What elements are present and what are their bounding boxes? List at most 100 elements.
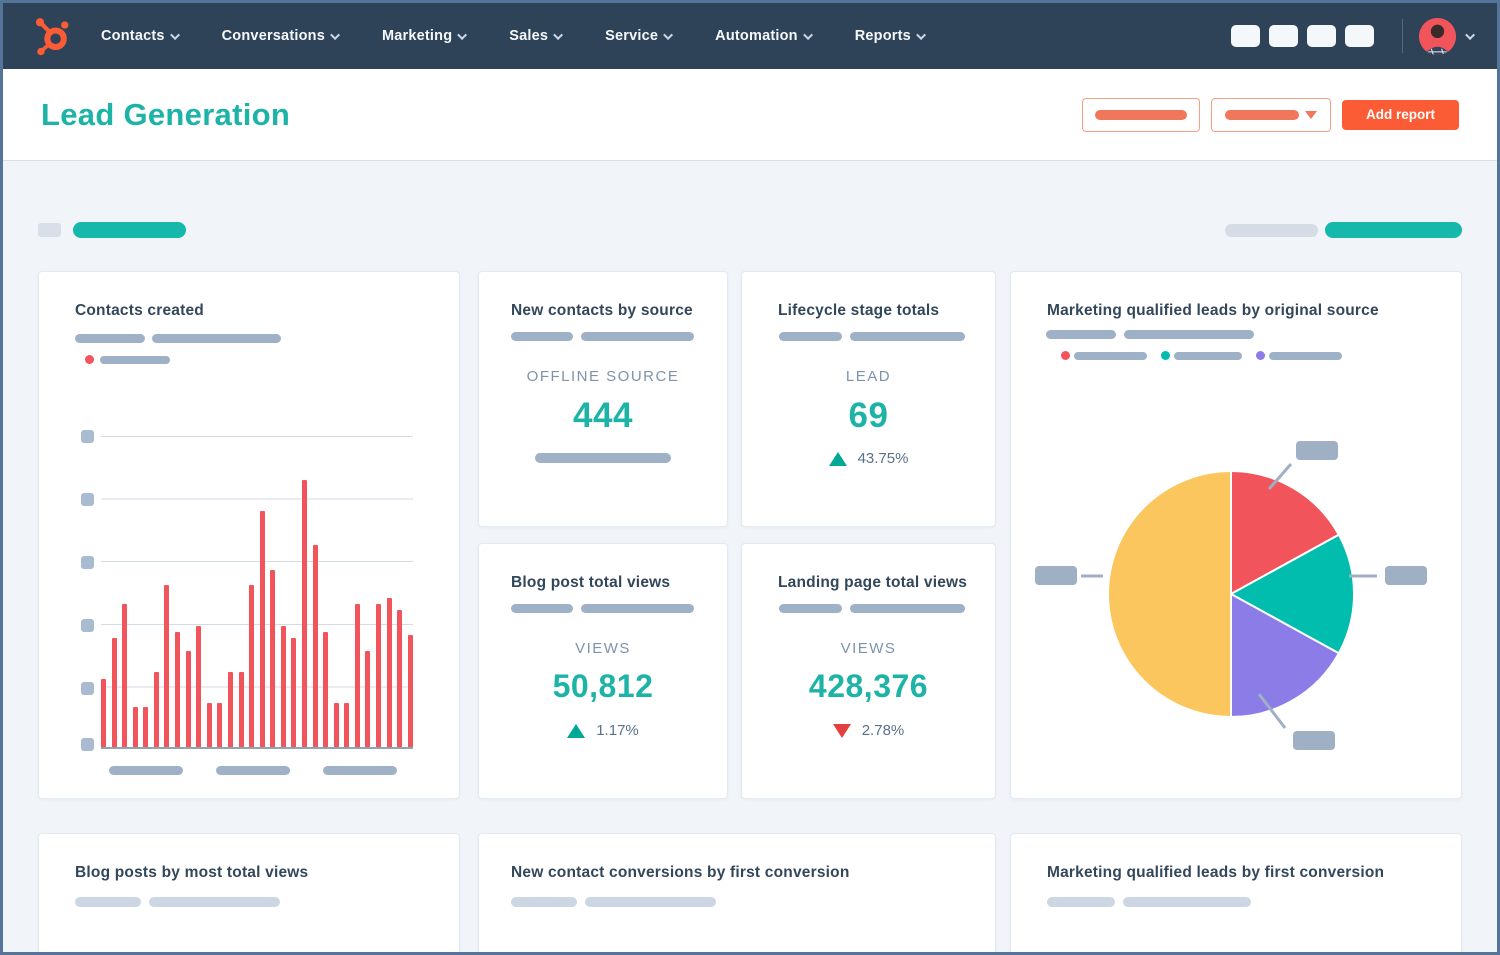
metric-delta: 2.78% <box>742 722 995 739</box>
subtitle-placeholder <box>75 897 141 907</box>
chevron-down-icon <box>553 29 564 40</box>
app-window: Contacts Conversations Marketing Sales S… <box>0 0 1500 955</box>
report-title: New contacts by source <box>511 302 693 319</box>
report-title: Contacts created <box>75 302 204 319</box>
nav-item-reports[interactable]: Reports <box>855 28 926 44</box>
date-filter-placeholder[interactable] <box>73 222 186 238</box>
subtitle-placeholder <box>511 332 573 341</box>
x-tick-placeholder <box>216 766 290 775</box>
delta-value: 2.78% <box>861 722 905 739</box>
nav-item-sales[interactable]: Sales <box>509 28 564 44</box>
subtitle-placeholder <box>581 332 694 341</box>
pie-slice <box>1107 470 1232 718</box>
y-tick-placeholder <box>81 430 94 443</box>
metric-delta: 43.75% <box>742 450 995 467</box>
chevron-down-icon <box>916 29 926 40</box>
legend-swatch <box>1256 351 1265 360</box>
bar <box>291 638 297 747</box>
top-navigation: Contacts Conversations Marketing Sales S… <box>3 3 1497 69</box>
bar <box>301 479 307 747</box>
y-tick-placeholder <box>81 556 94 569</box>
nav-label: Conversations <box>221 28 325 44</box>
bar <box>333 703 339 747</box>
primary-nav: Contacts Conversations Marketing Sales S… <box>101 28 926 44</box>
bar <box>397 610 403 747</box>
nav-item-service[interactable]: Service <box>605 28 674 44</box>
subtitle-placeholder <box>511 604 573 613</box>
button-label-placeholder <box>1225 109 1299 120</box>
report-card-blog-post-total-views: Blog post total views VIEWS 50,812 1.17% <box>478 543 728 799</box>
hubspot-logo-icon[interactable] <box>29 14 73 58</box>
bar <box>153 672 159 747</box>
bar <box>206 703 212 747</box>
dashboard-filter-button[interactable] <box>1082 97 1200 132</box>
report-card-mql-by-original-source: Marketing qualified leads by original so… <box>1010 271 1462 799</box>
report-title: Lifecycle stage totals <box>778 302 940 319</box>
nav-label: Sales <box>509 28 549 44</box>
button-label-placeholder <box>1095 109 1187 120</box>
nav-item-contacts[interactable]: Contacts <box>101 28 180 44</box>
nav-label: Automation <box>715 28 798 44</box>
dashboard-actions-dropdown[interactable] <box>1211 97 1331 132</box>
bar <box>249 585 255 747</box>
bar <box>122 603 128 747</box>
add-report-button[interactable]: Add report <box>1342 99 1459 130</box>
toolbar-icon-placeholder[interactable] <box>1345 25 1374 47</box>
pie-slices <box>1107 470 1356 718</box>
subtitle-placeholder <box>511 897 577 907</box>
nav-utility-area <box>1222 17 1476 55</box>
chevron-down-icon[interactable] <box>1465 29 1476 40</box>
report-card-contacts-created: Contacts created <box>38 271 460 799</box>
subtitle-placeholder <box>581 604 694 613</box>
report-title: Blog post total views <box>511 574 671 591</box>
nav-label: Service <box>605 28 659 44</box>
legend-label-placeholder <box>1269 352 1342 360</box>
y-tick-placeholder <box>81 493 94 506</box>
bar <box>365 650 371 747</box>
subtitle-placeholder <box>779 604 842 613</box>
bar <box>143 706 149 747</box>
bar <box>227 672 233 747</box>
report-title: Landing page total views <box>778 574 968 591</box>
toolbar-icon-placeholder[interactable] <box>1269 25 1298 47</box>
page-header: Lead Generation Add report <box>3 69 1497 161</box>
y-tick-placeholder <box>81 682 94 695</box>
share-filter-placeholder[interactable] <box>1325 222 1462 238</box>
bar <box>270 569 276 747</box>
x-tick-placeholder <box>109 766 183 775</box>
bar <box>280 625 286 747</box>
subtitle-placeholder <box>152 334 281 343</box>
nav-item-conversations[interactable]: Conversations <box>221 28 341 44</box>
toolbar-icon-placeholder[interactable] <box>1231 25 1260 47</box>
nav-label: Marketing <box>381 28 453 44</box>
chevron-down-icon <box>663 29 674 40</box>
chevron-down-icon <box>457 29 468 40</box>
metric-footer-placeholder <box>535 453 671 463</box>
subtitle-placeholder <box>75 334 145 343</box>
legend-label-placeholder <box>1074 352 1147 360</box>
subtitle-placeholder <box>1123 897 1251 907</box>
divider <box>1402 19 1403 53</box>
nav-item-marketing[interactable]: Marketing <box>381 28 468 44</box>
subtitle-placeholder <box>1047 897 1115 907</box>
metric-label: LEAD <box>845 368 892 385</box>
bar <box>185 650 191 747</box>
nav-item-automation[interactable]: Automation <box>715 28 813 44</box>
delta-value: 1.17% <box>596 722 639 739</box>
report-title: New contact conversions by first convers… <box>511 864 850 881</box>
report-card-new-contact-conversions: New contact conversions by first convers… <box>478 833 996 952</box>
pie-chart <box>1035 441 1427 750</box>
x-tick-placeholder <box>323 766 397 775</box>
y-tick-placeholder <box>81 738 94 751</box>
metric-delta: 1.17% <box>479 722 727 739</box>
filter-checkbox-placeholder[interactable] <box>38 223 61 237</box>
bar <box>323 631 329 747</box>
caret-down-icon <box>1305 110 1317 119</box>
report-card-blog-posts-by-most-total-views: Blog posts by most total views <box>38 833 460 952</box>
bar <box>354 603 360 747</box>
subtitle-placeholder <box>850 604 965 613</box>
user-avatar[interactable] <box>1419 17 1456 55</box>
bar <box>101 678 106 747</box>
y-tick-placeholder <box>81 619 94 632</box>
toolbar-icon-placeholder[interactable] <box>1307 25 1336 47</box>
